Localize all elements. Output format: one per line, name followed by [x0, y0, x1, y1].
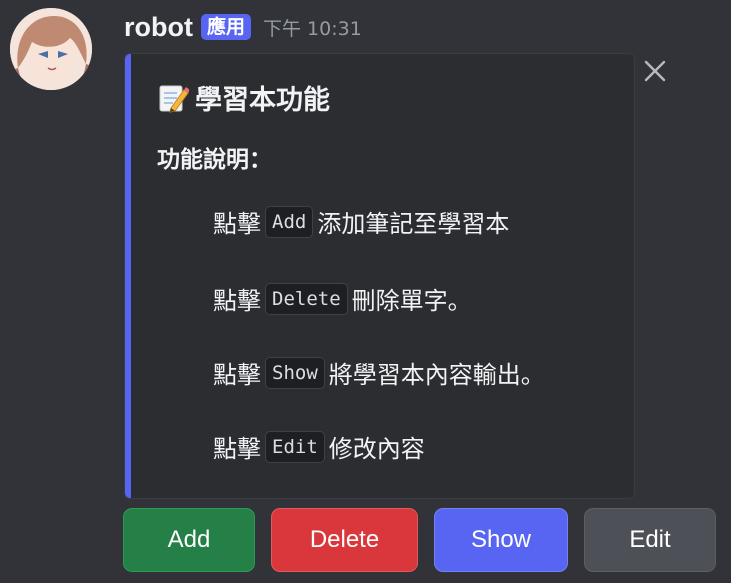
embed-accent-bar	[125, 54, 131, 498]
timestamp: 下午 10:31	[263, 17, 362, 40]
instruction-suffix: 刪除單字。	[351, 287, 472, 315]
instruction-line-add: 點擊 Add 添加筆記至學習本	[213, 204, 509, 239]
instruction-suffix: 添加筆記至學習本	[317, 210, 510, 238]
discord-message: robot 應用 下午 10:31 學習本功能 功能說明： 點擊 Add 添加筆…	[0, 0, 731, 583]
instruction-line-show: 點擊 Show 將學習本內容輸出。	[213, 355, 545, 390]
instruction-line-delete: 點擊 Delete 刪除單字。	[213, 281, 472, 316]
close-icon[interactable]	[640, 56, 670, 86]
embed: 學習本功能 功能說明： 點擊 Add 添加筆記至學習本 點擊 Delete 刪除…	[124, 53, 635, 499]
instruction-line-edit: 點擊 Edit 修改內容	[213, 429, 425, 464]
message-header: robot 應用 下午 10:31	[124, 10, 362, 44]
username[interactable]: robot	[124, 12, 193, 43]
inline-code: Show	[265, 356, 325, 389]
instruction-prefix: 點擊	[213, 210, 261, 238]
inline-code: Add	[265, 205, 314, 238]
add-button[interactable]: Add	[123, 508, 255, 572]
show-button[interactable]: Show	[434, 508, 568, 572]
embed-title-text: 學習本功能	[195, 85, 330, 116]
avatar[interactable]	[10, 8, 92, 90]
edit-button[interactable]: Edit	[584, 508, 716, 572]
section-heading: 功能說明：	[157, 147, 272, 173]
memo-icon	[157, 82, 189, 114]
instruction-prefix: 點擊	[213, 287, 261, 315]
inline-code: Edit	[265, 430, 325, 463]
delete-button[interactable]: Delete	[271, 508, 418, 572]
instruction-suffix: 將學習本內容輸出。	[328, 361, 545, 389]
app-badge: 應用	[200, 14, 251, 40]
instruction-suffix: 修改內容	[328, 435, 425, 463]
inline-code: Delete	[265, 282, 348, 315]
instruction-prefix: 點擊	[213, 361, 261, 389]
instruction-prefix: 點擊	[213, 435, 261, 463]
embed-title: 學習本功能	[157, 78, 330, 117]
